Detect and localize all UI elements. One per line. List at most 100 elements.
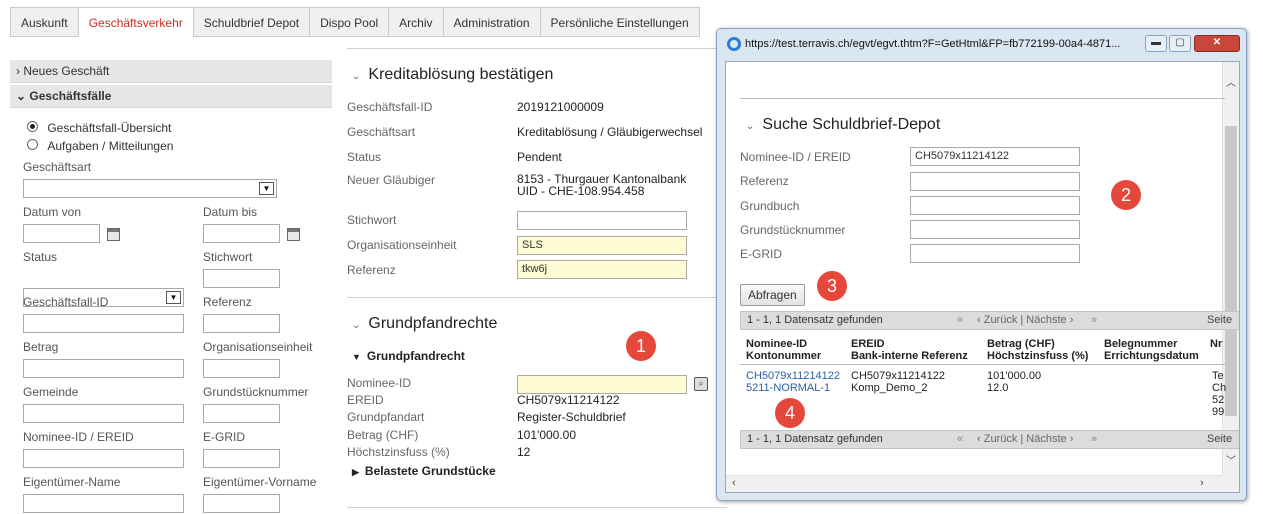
datum-bis-input[interactable] <box>203 224 280 243</box>
referenz-label: Referenz <box>203 295 252 309</box>
egrid-label: E-GRID <box>740 247 782 261</box>
popup-titlebar[interactable]: https://test.terravis.ch/egvt/egvt.thtm?… <box>723 33 1240 57</box>
glaeubiger-line2: UID - CHE-108.954.458 <box>517 184 645 198</box>
organisationseinheit-input[interactable]: SLS <box>517 236 687 255</box>
tab-geschaeftsverkehr[interactable]: Geschäftsverkehr <box>77 7 193 37</box>
nr-line: Te <box>1212 370 1224 382</box>
col-header-nominee: Nominee-ID Kontonummer <box>746 338 821 362</box>
maximize-button[interactable]: ▢ <box>1169 35 1191 52</box>
nominee-link[interactable]: CH5079x11214122 <box>746 370 840 382</box>
geschaeftsart-select[interactable]: ▼ <box>23 179 277 198</box>
referenz-label: Referenz <box>740 174 789 188</box>
grundpfandrecht-subtitle-text: Grundpfandrecht <box>366 349 465 363</box>
callout-marker-4: 4 <box>775 398 805 428</box>
ereid-value: CH5079x11214122 <box>517 393 620 407</box>
search-icon[interactable]: ⌕ <box>694 377 708 391</box>
tab-schuldbrief-depot[interactable]: Schuldbrief Depot <box>192 7 310 37</box>
pager-top: 1 - 1, 1 Datensatz gefunden « ‹ Zurück |… <box>740 311 1239 330</box>
page-title-text: Kreditablösung bestätigen <box>368 66 554 83</box>
scroll-left-icon[interactable]: ‹ <box>732 477 736 489</box>
egrid-input[interactable] <box>203 449 280 468</box>
tab-archiv[interactable]: Archiv <box>388 7 443 37</box>
grundpfandart-label: Grundpfandart <box>347 410 425 424</box>
scroll-down-icon[interactable]: ﹀ <box>1226 452 1236 467</box>
grundbuch-input[interactable] <box>910 196 1080 215</box>
pager-first-button[interactable]: « <box>957 431 963 448</box>
pager-count: 1 - 1, 1 Datensatz gefunden <box>747 314 883 326</box>
sidebar-neues-geschaeft[interactable]: › Neues Geschäft <box>10 60 332 83</box>
main-tabs: Auskunft Geschäftsverkehr Schuldbrief De… <box>10 7 700 37</box>
referenz-input[interactable] <box>910 172 1080 191</box>
stichwort-input[interactable] <box>203 269 280 288</box>
popup-title: ⌄ Suche Schuldbrief-Depot <box>746 116 940 134</box>
header-line: Belegnummer <box>1104 338 1178 350</box>
radio-uebersicht[interactable]: Geschäftsfall-Übersicht <box>27 121 171 135</box>
pager-nav[interactable]: ‹ Zurück | Nächste › <box>977 431 1073 448</box>
pager-last-button[interactable]: » <box>1091 431 1097 448</box>
abfragen-button[interactable]: Abfragen <box>740 284 805 306</box>
grundpfandrecht-subtitle: ▼ Grundpfandrecht <box>352 349 465 363</box>
scroll-right-icon[interactable]: › <box>1200 477 1204 489</box>
horizontal-scrollbar[interactable]: ‹ › <box>726 475 1224 492</box>
nominee-ereid-input[interactable] <box>23 449 184 468</box>
organisationseinheit-input[interactable] <box>203 359 280 378</box>
col-header-betrag: Betrag (CHF) Höchstzinsfuss (%) <box>987 338 1088 362</box>
geschaeftsfall-id-label: Geschäftsfall-ID <box>347 100 433 114</box>
divider <box>740 364 1225 365</box>
geschaeftsart-label: Geschäftsart <box>347 125 416 139</box>
scroll-thumb[interactable] <box>1225 126 1237 416</box>
header-line: Nominee-ID <box>746 338 808 350</box>
sidebar-item-label: Geschäftsfälle <box>29 89 112 103</box>
datum-von-input[interactable] <box>23 224 100 243</box>
calendar-icon[interactable] <box>287 228 300 241</box>
pager-nav[interactable]: ‹ Zurück | Nächste › <box>977 312 1073 329</box>
minimize-button[interactable]: ▬ <box>1145 35 1167 52</box>
nominee-id-input[interactable] <box>517 375 687 394</box>
grundstuecknummer-input[interactable] <box>910 220 1080 239</box>
status-label: Status <box>347 150 382 164</box>
kontonummer-link[interactable]: 5211-NORMAL-1 <box>746 382 840 394</box>
geschaeftsart-value: Kreditablösung / Gläubigerwechsel <box>517 125 703 139</box>
header-line: Bank-interne Referenz <box>851 350 968 362</box>
pager-count: 1 - 1, 1 Datensatz gefunden <box>747 433 883 445</box>
stichwort-label: Stichwort <box>347 213 397 227</box>
referenz-input[interactable] <box>203 314 280 333</box>
grundstuecknummer-label: Grundstücknummer <box>203 385 309 399</box>
radio-button[interactable] <box>27 139 38 150</box>
callout-marker-1: 1 <box>626 331 656 361</box>
pager-bottom: 1 - 1, 1 Datensatz gefunden « ‹ Zurück |… <box>740 430 1239 449</box>
tab-auskunft[interactable]: Auskunft <box>10 7 78 37</box>
tab-dispo-pool[interactable]: Dispo Pool <box>309 7 389 37</box>
referenz-input[interactable]: tkw6j <box>517 260 687 279</box>
page-title: ⌄ Kreditablösung bestätigen <box>352 66 553 84</box>
radio-aufgaben[interactable]: Aufgaben / Mitteilungen <box>27 139 173 153</box>
close-button[interactable]: ✕ <box>1194 35 1240 52</box>
grundstuecknummer-input[interactable] <box>203 404 280 423</box>
header-line: Kontonummer <box>746 350 822 362</box>
triangle-down-icon: ▼ <box>352 352 361 362</box>
tab-persoenliche-einstellungen[interactable]: Persönliche Einstellungen <box>539 7 700 37</box>
stichwort-input[interactable] <box>517 211 687 230</box>
nominee-ereid-input[interactable]: CH5079x11214122 <box>910 147 1080 166</box>
eigentuemer-name-input[interactable] <box>23 494 184 513</box>
egrid-input[interactable] <box>910 244 1080 263</box>
scroll-up-icon[interactable]: ︿ <box>1226 74 1236 89</box>
betrag-input[interactable] <box>23 359 184 378</box>
datum-bis-label: Datum bis <box>203 205 258 219</box>
eigentuemer-vorname-input[interactable] <box>203 494 280 513</box>
gemeinde-input[interactable] <box>23 404 184 423</box>
nominee-ereid-label: Nominee-ID / EREID <box>740 150 851 164</box>
tab-administration[interactable]: Administration <box>442 7 540 37</box>
pager-last-button[interactable]: » <box>1091 312 1097 329</box>
popup-content: ︿ ﹀ ‹ › ⌄ Suche Schuldbrief-Depot Nominee… <box>725 61 1240 493</box>
geschaeftsfall-id-label: Geschäftsfall-ID <box>23 295 109 309</box>
pager-first-button[interactable]: « <box>957 312 963 329</box>
geschaeftsfall-id-input[interactable] <box>23 314 184 333</box>
calendar-icon[interactable] <box>107 228 120 241</box>
radio-button[interactable] <box>27 121 38 132</box>
callout-marker-3: 3 <box>817 271 847 301</box>
belastete-grundstuecke-toggle[interactable]: ▶ Belastete Grundstücke <box>352 464 496 478</box>
sidebar-geschaeftsfaelle[interactable]: ⌄ Geschäftsfälle <box>10 85 332 108</box>
header-line: Errichtungsdatum <box>1104 350 1199 362</box>
result-cell-nominee[interactable]: CH5079x11214122 5211-NORMAL-1 <box>746 370 840 394</box>
